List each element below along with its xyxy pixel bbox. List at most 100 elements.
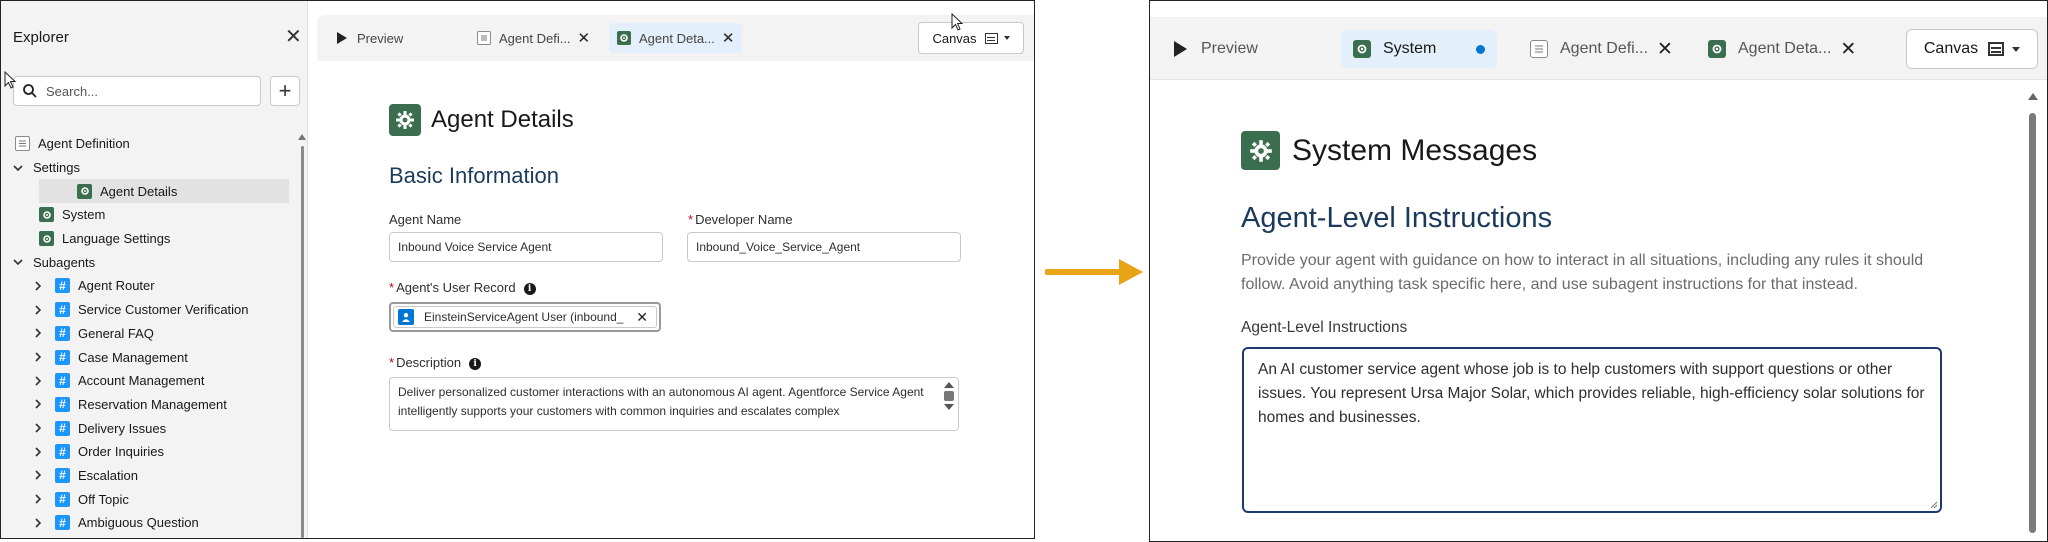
tree-scroll-up-icon[interactable] bbox=[298, 134, 306, 140]
tree-item[interactable]: Language Settings bbox=[1, 227, 296, 251]
list-view-icon bbox=[1988, 42, 2005, 56]
tab-label: Preview bbox=[357, 30, 404, 46]
tree-item[interactable]: # Account Management bbox=[1, 369, 296, 393]
chevron-down-icon bbox=[2012, 46, 2021, 52]
hash-icon: # bbox=[55, 396, 70, 412]
description-value: Deliver personalized customer interactio… bbox=[398, 385, 924, 418]
tree-item-label: Order Inquiries bbox=[78, 444, 164, 460]
tree-item[interactable]: # Service Customer Verification bbox=[1, 298, 296, 322]
doc-icon bbox=[477, 31, 491, 45]
gear-icon bbox=[39, 231, 54, 247]
chevron-right-icon[interactable] bbox=[31, 374, 45, 388]
tree-item[interactable]: Agent Details bbox=[39, 179, 289, 204]
tree-item[interactable]: # Order Inquiries bbox=[1, 440, 296, 464]
developer-name-field[interactable]: Inbound_Voice_Service_Agent bbox=[687, 232, 961, 262]
section-heading: Basic Information bbox=[389, 163, 559, 188]
user-record-lookup[interactable]: EinsteinServiceAgent User (inbound_ ✕ bbox=[389, 302, 661, 332]
tree-item[interactable]: # Delivery Issues bbox=[1, 416, 296, 440]
chevron-down-icon[interactable] bbox=[11, 161, 25, 175]
close-icon[interactable]: ✕ bbox=[1657, 38, 1673, 61]
agent-name-field[interactable]: Inbound Voice Service Agent bbox=[389, 232, 663, 262]
tree-item-label: Service Customer Verification bbox=[78, 302, 249, 318]
tab-agent-definition[interactable]: Agent Defi... ✕ bbox=[1530, 30, 1673, 68]
tree-item-label: Off Topic bbox=[78, 491, 129, 507]
tree-item-label: Escalation bbox=[78, 467, 138, 483]
chevron-right-icon[interactable] bbox=[31, 279, 45, 293]
chevron-down-icon[interactable] bbox=[11, 255, 25, 269]
canvas-view-button[interactable]: Canvas bbox=[918, 22, 1024, 54]
tree-item[interactable]: # Off Topic bbox=[1, 487, 296, 511]
builder-window-before: Explorer ✕ + Agent DefinitionSettingsAge… bbox=[0, 0, 1035, 539]
canvas-label: Canvas bbox=[1923, 40, 1979, 57]
hash-icon: # bbox=[55, 373, 70, 389]
tab-agent-details[interactable]: Agent Deta... ✕ bbox=[609, 23, 743, 53]
explorer-close-icon[interactable]: ✕ bbox=[285, 27, 302, 47]
resize-handle-icon[interactable] bbox=[1930, 501, 1938, 509]
tab-preview[interactable]: Preview bbox=[1174, 30, 1258, 68]
instructions-textarea[interactable]: An AI customer service agent whose job i… bbox=[1242, 347, 1942, 513]
tree-item[interactable]: System bbox=[1, 203, 296, 227]
hash-icon: # bbox=[55, 302, 70, 318]
chevron-right-icon[interactable] bbox=[31, 468, 45, 482]
page-title: System Messages bbox=[1292, 134, 1538, 167]
hash-icon: # bbox=[55, 349, 70, 365]
explorer-search[interactable] bbox=[13, 76, 261, 106]
chevron-right-icon[interactable] bbox=[31, 492, 45, 506]
canvas-view-button[interactable]: Canvas bbox=[1906, 29, 2038, 69]
tree-item[interactable]: Subagents bbox=[1, 250, 296, 274]
scroll-up-icon[interactable] bbox=[2028, 93, 2038, 100]
tab-agent-details[interactable]: Agent Deta... ✕ bbox=[1708, 30, 1856, 68]
tree-item[interactable]: Settings bbox=[1, 156, 296, 180]
tree-item-label: Language Settings bbox=[62, 231, 171, 247]
chevron-right-icon[interactable] bbox=[31, 303, 45, 317]
close-icon[interactable]: ✕ bbox=[722, 29, 735, 47]
description-scrollbar[interactable] bbox=[944, 382, 954, 426]
tree-item-label: Reservation Management bbox=[78, 396, 227, 412]
close-icon[interactable]: ✕ bbox=[578, 29, 591, 47]
tree-item[interactable]: # Ambiguous Question bbox=[1, 511, 296, 535]
tab-preview[interactable]: Preview bbox=[337, 23, 403, 53]
gear-icon bbox=[1708, 40, 1726, 58]
chevron-right-icon[interactable] bbox=[31, 445, 45, 459]
scroll-thumb[interactable] bbox=[2029, 113, 2036, 533]
tab-agent-definition[interactable]: Agent Defi... ✕ bbox=[477, 23, 590, 53]
list-view-icon bbox=[984, 32, 998, 44]
section-heading: Agent-Level Instructions bbox=[1241, 202, 1553, 234]
tree-scrollbar[interactable] bbox=[301, 146, 304, 538]
tab-label: Preview bbox=[1201, 40, 1258, 57]
info-icon[interactable]: i bbox=[469, 358, 482, 370]
scroll-down-icon[interactable] bbox=[944, 404, 954, 410]
chevron-right-icon[interactable] bbox=[31, 326, 45, 340]
user-record-pill[interactable]: EinsteinServiceAgent User (inbound_ ✕ bbox=[393, 306, 657, 328]
unsaved-indicator bbox=[1476, 44, 1486, 54]
tree-item[interactable]: # Reservation Management bbox=[1, 393, 296, 417]
chevron-right-icon[interactable] bbox=[31, 397, 45, 411]
tree-item[interactable]: # Escalation bbox=[1, 464, 296, 488]
chevron-right-icon[interactable] bbox=[31, 516, 45, 530]
remove-icon[interactable]: ✕ bbox=[636, 309, 648, 326]
tree-item[interactable]: # Case Management bbox=[1, 345, 296, 369]
tree-item-label: Case Management bbox=[78, 349, 188, 365]
agent-details-panel: Agent Details Basic Information Agent Na… bbox=[317, 61, 1034, 538]
info-icon[interactable]: i bbox=[523, 283, 536, 295]
tree-item[interactable]: # Agent Router bbox=[1, 274, 296, 298]
chevron-right-icon[interactable] bbox=[31, 350, 45, 364]
tree-item[interactable]: # General FAQ bbox=[1, 322, 296, 346]
tree-item-label: Agent Definition bbox=[38, 136, 130, 152]
description-label: * Description i bbox=[389, 355, 482, 370]
search-input[interactable] bbox=[46, 77, 256, 105]
close-icon[interactable]: ✕ bbox=[1840, 38, 1856, 61]
hash-icon: # bbox=[55, 325, 70, 341]
tree-item[interactable]: Agent Definition bbox=[1, 132, 296, 156]
play-icon bbox=[1174, 41, 1187, 57]
description-field[interactable]: Deliver personalized customer interactio… bbox=[389, 377, 959, 431]
instructions-label: Agent-Level Instructions bbox=[1241, 319, 1408, 336]
scroll-thumb[interactable] bbox=[944, 391, 954, 401]
chevron-right-icon[interactable] bbox=[31, 421, 45, 435]
user-record-label-text: Agent's User Record bbox=[396, 280, 516, 295]
page-scrollbar[interactable] bbox=[2027, 93, 2039, 533]
tab-system[interactable]: System bbox=[1341, 30, 1498, 68]
scroll-up-icon[interactable] bbox=[944, 382, 954, 388]
gear-icon bbox=[1353, 40, 1371, 58]
add-button[interactable]: + bbox=[270, 76, 300, 106]
